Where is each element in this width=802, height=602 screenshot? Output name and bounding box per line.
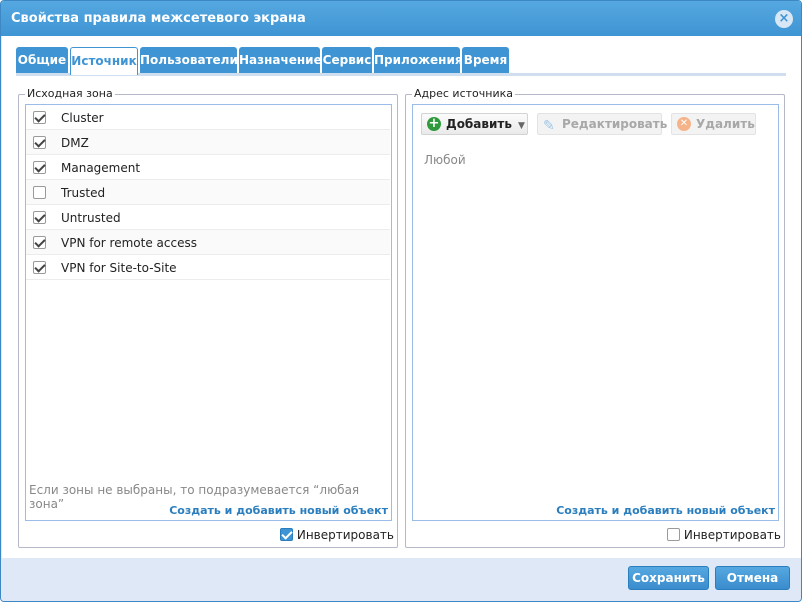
invert-label: Инвертировать [296,528,394,542]
invert-label: Инвертировать [683,528,781,542]
zone-row-untrusted[interactable]: Untrusted [26,205,390,230]
create-object-link[interactable]: Создать и добавить новый объект [169,504,388,517]
zone-row-trusted[interactable]: Trusted [26,180,390,205]
save-button[interactable]: Сохранить [628,566,709,590]
checkbox[interactable] [33,261,46,274]
add-button[interactable]: + Добавить ▼ [421,113,528,135]
dialog-footer: Сохранить Отмена [1,558,801,601]
firewall-rule-dialog: Свойства правила межсетевого экрана × Об… [0,0,802,602]
cancel-button[interactable]: Отмена [715,566,790,590]
tab-destination[interactable]: Назначение [239,47,322,73]
zone-label: Untrusted [61,211,121,225]
checkbox[interactable] [33,211,46,224]
tab-general[interactable]: Общие [16,47,68,73]
zone-label: Trusted [61,186,106,200]
source-zone-fieldset: Исходная зона Cluster DMZ Management Tru… [18,87,398,548]
zone-label: VPN for Site-to-Site [61,261,177,275]
invert-checkbox[interactable] [666,528,680,541]
invert-checkbox[interactable] [279,528,293,541]
tab-source[interactable]: Источник [70,47,138,75]
source-address-legend: Адрес источника [412,87,515,100]
edit-button-label: Редактировать [562,117,668,131]
source-address-fieldset: Адрес источника + Добавить ▼ ✎ Редактироват… [405,87,785,548]
dialog-body: Общие Источник Пользователи Назначение С… [2,36,801,558]
zone-row-management[interactable]: Management [26,155,390,180]
checkbox[interactable] [33,136,46,149]
tab-applications[interactable]: Приложения [374,47,463,73]
delete-button[interactable]: ✕ Удалить [671,113,756,135]
zone-row-dmz[interactable]: DMZ [26,130,390,155]
add-button-label: Добавить [446,117,512,131]
zone-row-cluster[interactable]: Cluster [26,105,390,130]
zone-label: Management [61,161,141,175]
zone-row-vpn-site[interactable]: VPN for Site-to-Site [26,255,390,280]
chevron-down-icon[interactable]: ▼ [518,116,525,136]
create-object-link[interactable]: Создать и добавить новый объект [556,504,775,517]
zone-label: VPN for remote access [61,236,197,250]
zone-label: Cluster [61,111,104,125]
zone-label: DMZ [61,136,89,150]
checkbox[interactable] [33,161,46,174]
checkbox[interactable] [33,111,46,124]
invert-zone[interactable]: Инвертировать [279,528,394,542]
zone-list: Cluster DMZ Management Trusted Untrusted [25,104,392,521]
dialog-titlebar: Свойства правила межсетевого экрана × [1,1,801,36]
checkbox[interactable] [33,186,46,199]
tab-users[interactable]: Пользователи [140,47,238,73]
edit-button[interactable]: ✎ Редактировать [537,113,667,135]
tab-service[interactable]: Сервис [322,47,372,73]
tab-time[interactable]: Время [462,47,509,73]
address-panel: + Добавить ▼ ✎ Редактировать ✕ Удалить Любой… [412,104,779,521]
address-any-text: Любой [424,153,466,167]
checkbox[interactable] [33,236,46,249]
tab-strip: Общие Источник Пользователи Назначение С… [16,46,786,76]
pencil-icon: ✎ [543,118,555,134]
invert-address[interactable]: Инвертировать [666,528,781,542]
delete-button-label: Удалить [696,117,755,131]
add-icon: + [427,116,441,131]
delete-icon: ✕ [677,117,691,131]
close-icon[interactable]: × [775,10,793,28]
zone-row-vpn-remote[interactable]: VPN for remote access [26,230,390,255]
source-zone-legend: Исходная зона [25,87,115,100]
dialog-title: Свойства правила межсетевого экрана [11,11,306,26]
